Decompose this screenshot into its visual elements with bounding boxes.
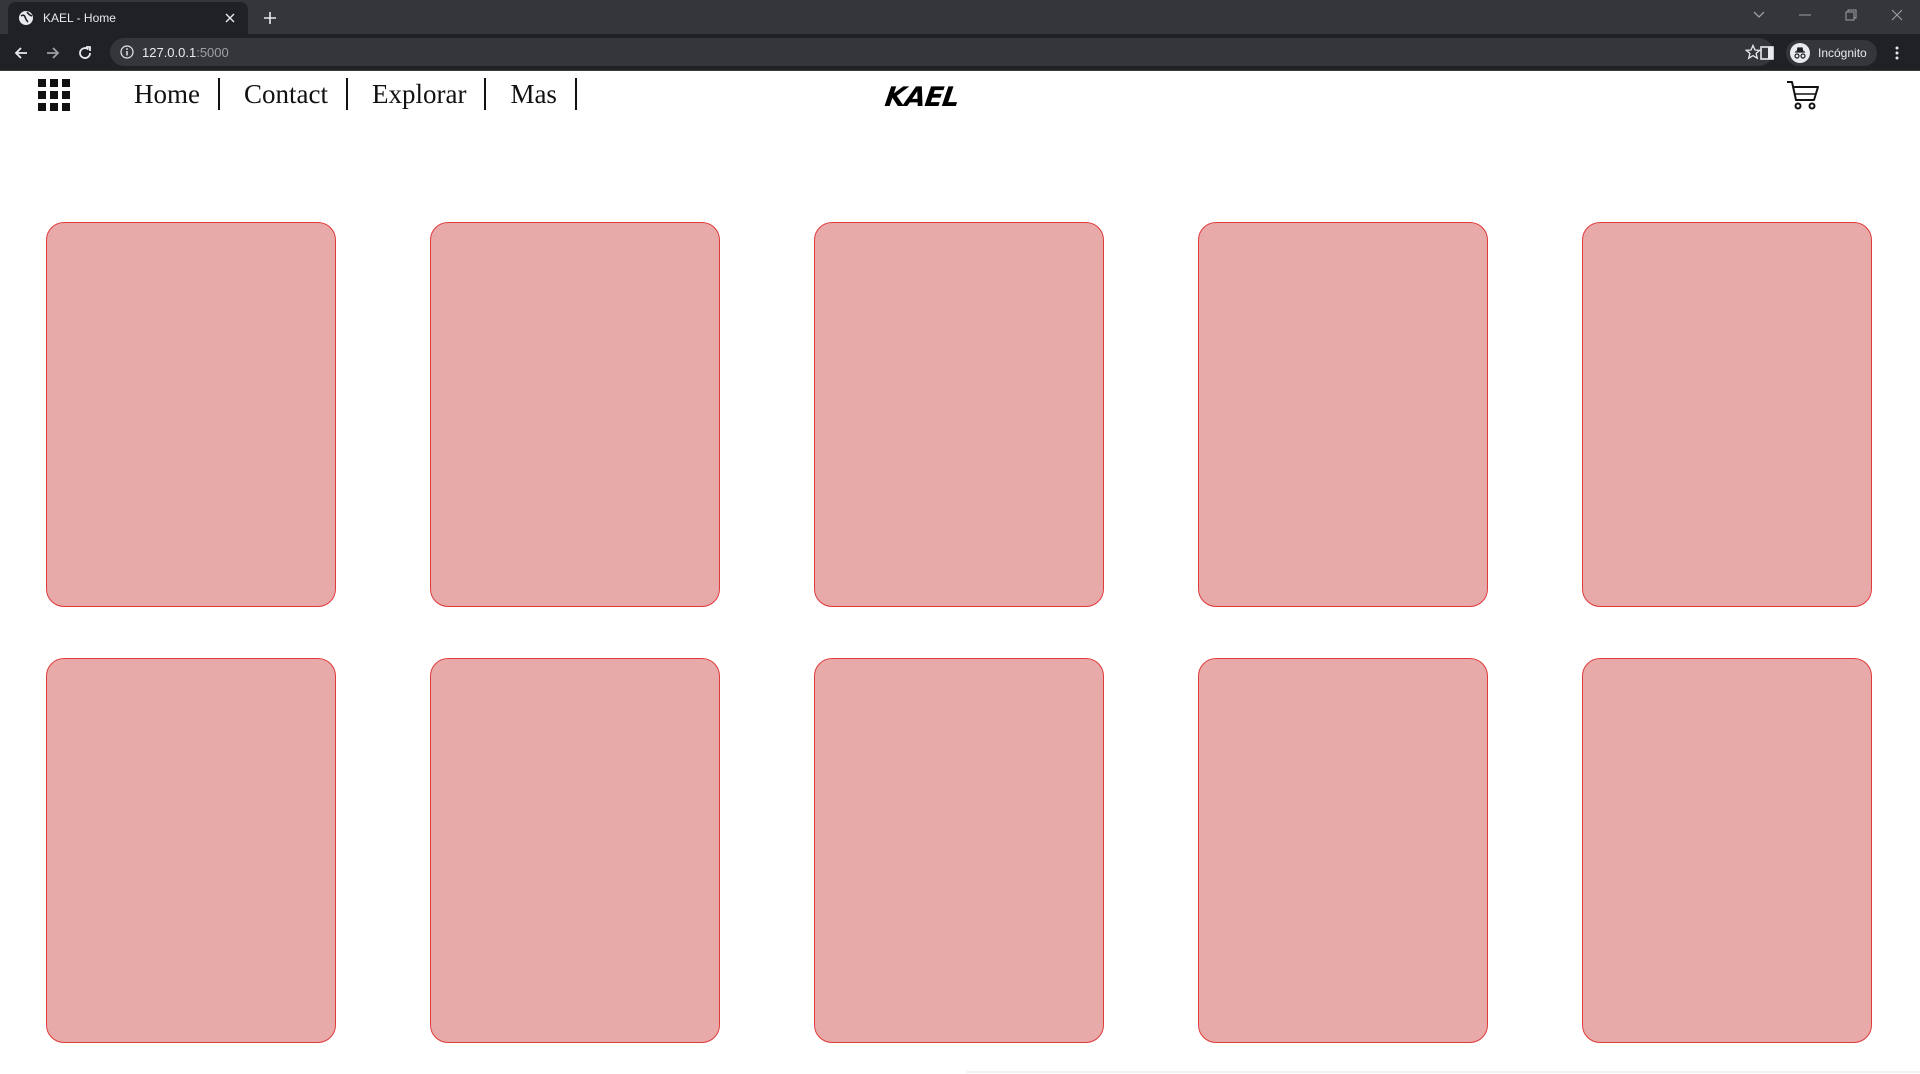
browser-toolbar: 127.0.0.1:5000 Incógnito — [0, 34, 1920, 71]
tab-search-icon[interactable] — [1736, 0, 1782, 30]
new-tab-button[interactable] — [258, 6, 282, 30]
browser-menu-icon[interactable] — [1888, 44, 1906, 62]
url-host: 127.0.0.1 — [142, 44, 197, 60]
forward-button[interactable] — [40, 40, 66, 66]
incognito-icon — [1790, 43, 1810, 63]
product-card[interactable] — [1582, 658, 1872, 1043]
tab-title: KAEL - Home — [43, 11, 116, 25]
product-card[interactable] — [1198, 222, 1488, 607]
nav-home[interactable]: Home — [110, 78, 220, 110]
reload-button[interactable] — [72, 40, 98, 66]
nav-explorar[interactable]: Explorar — [348, 78, 487, 110]
page-content: Home Contact Explorar Mas KAEL — [0, 71, 1920, 1074]
product-card[interactable] — [430, 222, 720, 607]
back-button[interactable] — [8, 40, 34, 66]
nav-contact[interactable]: Contact — [220, 78, 348, 110]
minimize-button[interactable] — [1782, 0, 1828, 30]
browser-tab[interactable]: KAEL - Home — [8, 2, 248, 34]
nav-mas[interactable]: Mas — [486, 78, 577, 110]
product-card[interactable] — [46, 658, 336, 1043]
close-window-button[interactable] — [1874, 0, 1920, 30]
globe-icon — [18, 10, 34, 26]
product-card[interactable] — [430, 658, 720, 1043]
product-card[interactable] — [814, 222, 1104, 607]
product-card[interactable] — [814, 658, 1104, 1043]
shopping-cart-icon[interactable] — [1786, 79, 1820, 111]
main-nav: Home Contact Explorar Mas — [110, 77, 577, 111]
address-bar[interactable]: 127.0.0.1:5000 — [110, 38, 1773, 66]
product-card[interactable] — [46, 222, 336, 607]
incognito-profile-button[interactable]: Incógnito — [1786, 40, 1877, 66]
incognito-label: Incógnito — [1818, 46, 1867, 60]
page-divider — [966, 1071, 1920, 1073]
apps-grid-icon[interactable] — [38, 79, 70, 111]
side-panel-icon[interactable] — [1758, 44, 1776, 62]
product-card[interactable] — [1198, 658, 1488, 1043]
url-port: :5000 — [196, 44, 229, 60]
product-card[interactable] — [1582, 222, 1872, 607]
close-tab-icon[interactable] — [222, 10, 238, 26]
site-logo[interactable]: KAEL — [878, 81, 966, 113]
product-card-grid — [46, 222, 1874, 1043]
site-header: Home Contact Explorar Mas KAEL — [0, 71, 1920, 121]
browser-tab-strip: KAEL - Home — [0, 0, 1920, 34]
restore-button[interactable] — [1828, 0, 1874, 30]
site-info-icon[interactable] — [120, 45, 134, 59]
